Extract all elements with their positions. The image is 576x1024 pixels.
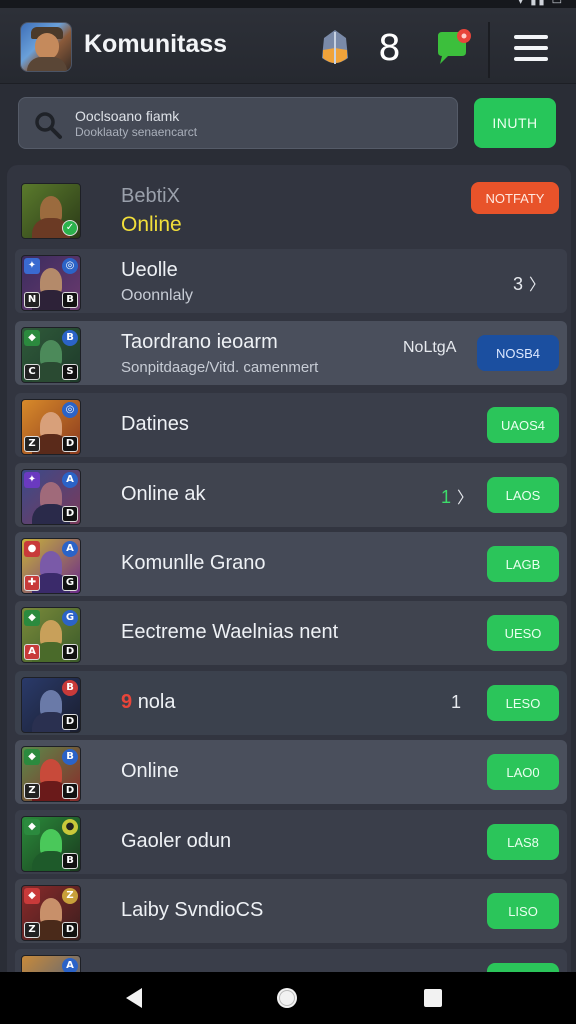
notify-badge[interactable]: NOTFATY	[471, 182, 559, 214]
row-title: Eectreme Waelnias nent	[121, 621, 339, 643]
shield-icon[interactable]	[318, 28, 352, 68]
row-title: Gaoler odun	[121, 830, 232, 852]
action-button[interactable]: LISO	[487, 893, 559, 929]
search-placeholder-line2: Dooklaaty senaencarct	[75, 125, 198, 139]
game-thumbnail: ◆ B CS	[21, 327, 81, 383]
back-triangle-icon[interactable]	[122, 986, 146, 1010]
action-button[interactable]: LESO	[487, 685, 559, 721]
action-button[interactable]: UESO	[487, 615, 559, 651]
action-button[interactable]: LAGB	[487, 546, 559, 582]
list-item[interactable]: ● A ✚ G Komunlle Grano LAGB	[15, 532, 567, 596]
search-input[interactable]: Ooclsoano fiamk Dooklaaty senaencarct	[18, 97, 458, 149]
row-title: Online ak	[121, 483, 206, 505]
app-avatar[interactable]	[20, 22, 72, 72]
action-button[interactable]: UAOS4	[487, 407, 559, 443]
row-meta: NoLtgA	[403, 339, 457, 356]
list-item[interactable]: ◆ ● B Gaoler odun LAS8	[15, 810, 567, 874]
game-thumbnail: ✓	[21, 183, 81, 239]
row-title: BebtiX	[121, 185, 180, 207]
row-count[interactable]: 3 〉	[513, 271, 545, 295]
row-title: 9 nola	[121, 691, 176, 713]
home-circle-icon[interactable]	[275, 986, 299, 1010]
row-marker: 9	[121, 691, 133, 713]
header-divider	[488, 22, 490, 78]
online-status: Online	[121, 213, 182, 236]
list-item[interactable]: ◆ B ZD Online LAO0	[15, 740, 567, 804]
list-item[interactable]: ◆ B CS Taordrano ieoarm Sonpitdaage/Vitd.…	[15, 321, 567, 385]
row-title: Ueolle	[121, 259, 178, 281]
status-icons: ▾ ▮▮ ▭	[517, 0, 564, 7]
community-list: ✓ BebtiX Online NOTFATY ✦ ◎ NB Ueolle Ooo…	[6, 164, 572, 984]
game-thumbnail: ✦ A D	[21, 469, 81, 525]
search-button[interactable]: INUTH	[474, 98, 556, 148]
online-dot-icon: ✓	[62, 220, 78, 236]
chevron-right-icon: 〉	[457, 490, 474, 507]
game-thumbnail: BD	[21, 677, 81, 733]
game-thumbnail: ✦ ◎ NB	[21, 255, 81, 311]
action-button[interactable]: LAO0	[487, 754, 559, 790]
game-thumbnail: ◆ ● B	[21, 816, 81, 872]
status-bar: ▾ ▮▮ ▭	[0, 0, 576, 8]
game-thumbnail: ◎ Z D	[21, 399, 81, 455]
row-title: Datines	[121, 413, 189, 435]
action-button[interactable]: LAS8	[487, 824, 559, 860]
magnifier-icon	[35, 112, 62, 139]
list-item[interactable]: ◆ G AD Eectreme Waelnias nent UESO	[15, 601, 567, 665]
notification-count[interactable]: 8	[378, 28, 401, 69]
chevron-right-icon: 〉	[528, 277, 545, 294]
row-title: Laiby SvndioCS	[121, 899, 264, 921]
chat-bubble-icon[interactable]	[434, 28, 474, 68]
row-title: Online	[121, 760, 179, 782]
row-count[interactable]: 1 〉	[441, 484, 473, 508]
list-item[interactable]: ◆ Z ZD Laiby SvndioCS LISO	[15, 879, 567, 943]
system-nav-bar	[0, 972, 576, 1024]
game-thumbnail: ◆ B ZD	[21, 746, 81, 802]
list-item[interactable]: ✦ A D Online ak 1 〉 LAOS	[15, 463, 567, 527]
game-thumbnail: ◆ Z ZD	[21, 885, 81, 941]
list-item[interactable]: ◎ Z D Datines UAOS4	[15, 393, 567, 457]
game-thumbnail: ◆ G AD	[21, 607, 81, 663]
app-header: Komunitass 8	[0, 8, 576, 84]
hamburger-menu-icon[interactable]	[512, 32, 550, 64]
row-title: Komunlle Grano	[121, 552, 266, 574]
recent-square-icon[interactable]	[422, 987, 444, 1009]
page-title: Komunitass	[84, 30, 228, 58]
action-button[interactable]: LAOS	[487, 477, 559, 513]
row-subtitle: Ooonnlaly	[121, 287, 194, 304]
game-thumbnail: ● A ✚ G	[21, 538, 81, 594]
row-title: Taordrano ieoarm	[121, 331, 278, 353]
list-item[interactable]: ✓ BebtiX Online NOTFATY	[15, 177, 567, 241]
row-count[interactable]: 1	[451, 692, 461, 713]
search-placeholder-line1: Ooclsoano fiamk	[75, 108, 180, 124]
row-subtitle: Sonpitdaage/Vitd. camenmert	[121, 359, 319, 376]
list-item[interactable]: BD 9 nola 1 LESO	[15, 671, 567, 735]
action-button[interactable]: NOSB4	[477, 335, 559, 371]
list-item[interactable]: ✦ ◎ NB Ueolle Ooonnlaly 3 〉	[15, 249, 567, 313]
